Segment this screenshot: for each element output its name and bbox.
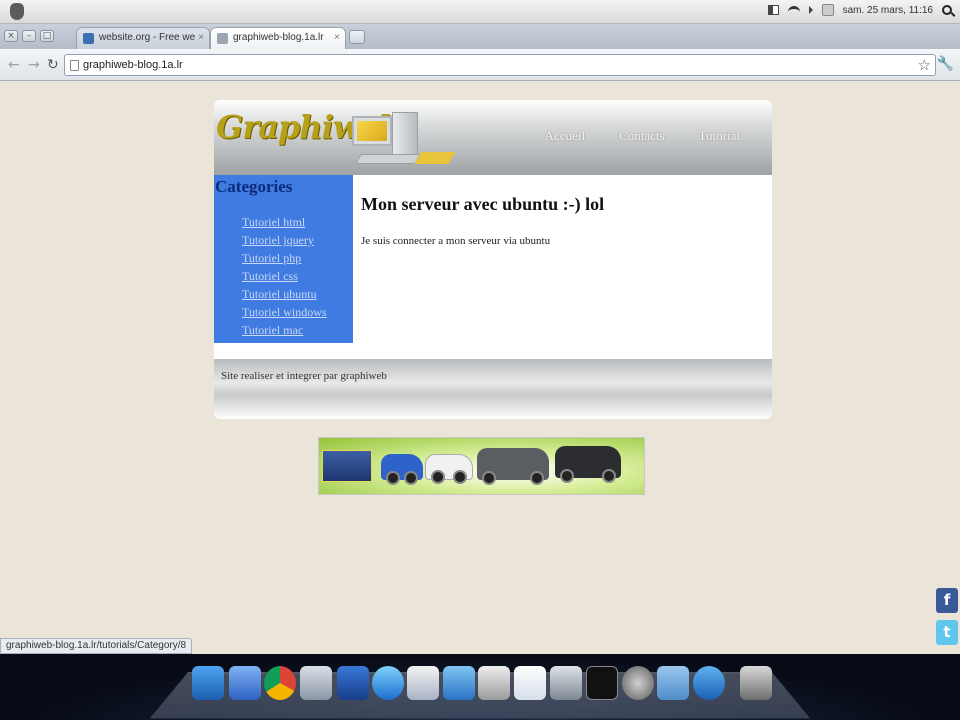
chat-icon[interactable] bbox=[821, 4, 834, 16]
category-link-mac[interactable]: Tutoriel mac bbox=[242, 323, 303, 337]
favicon-icon bbox=[217, 33, 228, 44]
nav-tutorial[interactable]: Tutorial bbox=[699, 128, 740, 144]
system-menu-bar: sam. 25 mars, 11:16 bbox=[0, 0, 960, 24]
list-item: Tutoriel css bbox=[242, 267, 353, 285]
tab-website[interactable]: website.org - Free we × bbox=[76, 27, 210, 49]
nav-contacts[interactable]: Contacts bbox=[619, 128, 665, 144]
tab-label: website.org - Free we bbox=[99, 32, 196, 43]
car-image bbox=[555, 446, 621, 483]
preview-icon[interactable] bbox=[300, 666, 332, 700]
folder-icon[interactable] bbox=[657, 666, 689, 700]
nav-accueil[interactable]: Accueil bbox=[545, 128, 585, 144]
system-tray: sam. 25 mars, 11:16 bbox=[767, 4, 952, 16]
wifi-icon[interactable] bbox=[787, 6, 800, 14]
category-list: Tutoriel html Tutoriel jquery Tutoriel p… bbox=[214, 213, 353, 339]
spotlight-search-icon[interactable] bbox=[942, 5, 952, 15]
butterfly-icon[interactable] bbox=[337, 666, 369, 700]
calculator-icon[interactable] bbox=[550, 666, 582, 700]
photos-icon[interactable] bbox=[407, 666, 439, 700]
favicon-icon bbox=[83, 33, 94, 44]
terminal-icon[interactable] bbox=[586, 666, 618, 700]
footer-text: Site realiser et integrer par graphiweb bbox=[221, 370, 387, 382]
anchor-icon[interactable] bbox=[192, 666, 224, 700]
bookmark-star-icon[interactable]: ☆ bbox=[918, 56, 931, 74]
list-item: Tutoriel php bbox=[242, 249, 353, 267]
wrench-menu-icon[interactable]: 🔧 bbox=[937, 56, 954, 72]
car-image bbox=[381, 454, 423, 485]
itunes-icon[interactable] bbox=[372, 666, 404, 700]
site-header: Graphiweb Accueil Contacts Tutorial bbox=[214, 100, 772, 175]
tab-graphiweb[interactable]: graphiweb-blog.1a.lr × bbox=[210, 27, 346, 49]
web-page: Graphiweb Accueil Contacts Tutorial Cate… bbox=[0, 82, 960, 654]
post-body: Je suis connecter a mon serveur via ubun… bbox=[361, 235, 551, 247]
category-link-css[interactable]: Tutoriel css bbox=[242, 269, 298, 283]
category-link-windows[interactable]: Tutoriel windows bbox=[242, 305, 327, 319]
close-tab-icon[interactable]: × bbox=[334, 32, 340, 43]
list-item: Tutoriel ubuntu bbox=[242, 285, 353, 303]
site-container: Graphiweb Accueil Contacts Tutorial Cate… bbox=[214, 100, 772, 419]
battery-icon[interactable] bbox=[767, 5, 779, 15]
status-bar-url: graphiweb-blog.1a.lr/tutorials/Category/… bbox=[0, 638, 193, 654]
desktop-background bbox=[0, 654, 960, 720]
ad-logo bbox=[322, 450, 372, 482]
trash-icon[interactable] bbox=[740, 666, 772, 700]
car-ad-banner[interactable] bbox=[318, 437, 645, 495]
car-image bbox=[477, 448, 549, 485]
category-link-html[interactable]: Tutoriel html bbox=[242, 215, 305, 229]
messenger-icon[interactable] bbox=[693, 666, 725, 700]
clock[interactable]: sam. 25 mars, 11:16 bbox=[843, 5, 933, 16]
close-window-icon[interactable]: × bbox=[4, 30, 18, 42]
post-content: Mon serveur avec ubuntu :-) lol Je suis … bbox=[353, 175, 772, 359]
forward-arrow-icon[interactable]: → bbox=[28, 57, 40, 73]
category-link-php[interactable]: Tutoriel php bbox=[242, 251, 301, 265]
list-item: Tutoriel html bbox=[242, 213, 353, 231]
page-icon bbox=[70, 60, 79, 71]
sidebar-title: Categories bbox=[215, 177, 293, 196]
drive-icon[interactable] bbox=[478, 666, 510, 700]
address-bar-url[interactable]: graphiweb-blog.1a.lr bbox=[83, 59, 183, 71]
volume-icon[interactable] bbox=[808, 6, 813, 14]
close-tab-icon[interactable]: × bbox=[198, 32, 204, 43]
finder-icon[interactable] bbox=[229, 666, 261, 700]
minimize-window-icon[interactable]: – bbox=[22, 30, 36, 42]
twitter-icon[interactable]: t bbox=[936, 620, 958, 645]
browser-tab-bar: × – □ website.org - Free we × graphiweb-… bbox=[0, 24, 960, 49]
site-nav: Accueil Contacts Tutorial bbox=[545, 128, 740, 144]
car-image bbox=[425, 454, 473, 484]
site-body: Categories Tutoriel html Tutoriel jquery… bbox=[214, 175, 772, 359]
textedit-icon[interactable] bbox=[514, 666, 546, 700]
address-bar[interactable]: graphiweb-blog.1a.lr ☆ bbox=[64, 54, 936, 76]
maximize-window-icon[interactable]: □ bbox=[40, 30, 54, 42]
computer-illustration bbox=[352, 112, 456, 170]
facebook-icon[interactable]: f bbox=[936, 588, 958, 613]
list-item: Tutoriel jquery bbox=[242, 231, 353, 249]
list-item: Tutoriel mac bbox=[242, 321, 353, 339]
list-item: Tutoriel windows bbox=[242, 303, 353, 321]
chrome-icon[interactable] bbox=[264, 666, 296, 700]
post-title: Mon serveur avec ubuntu :-) lol bbox=[361, 194, 605, 214]
category-link-ubuntu[interactable]: Tutoriel ubuntu bbox=[242, 287, 317, 301]
site-footer: Site realiser et integrer par graphiweb bbox=[214, 359, 772, 419]
apple-menu-icon[interactable] bbox=[10, 3, 24, 20]
back-arrow-icon[interactable]: ← bbox=[8, 57, 20, 73]
browser-toolbar: ← → ↻ graphiweb-blog.1a.lr ☆ 🔧 bbox=[0, 49, 960, 81]
categories-sidebar: Categories Tutoriel html Tutoriel jquery… bbox=[214, 175, 353, 343]
reload-icon[interactable]: ↻ bbox=[47, 57, 59, 73]
mail-icon[interactable] bbox=[443, 666, 475, 700]
settings-icon[interactable] bbox=[622, 666, 654, 700]
category-link-jquery[interactable]: Tutoriel jquery bbox=[242, 233, 314, 247]
new-tab-button[interactable] bbox=[349, 30, 365, 44]
tab-label: graphiweb-blog.1a.lr bbox=[233, 32, 324, 43]
